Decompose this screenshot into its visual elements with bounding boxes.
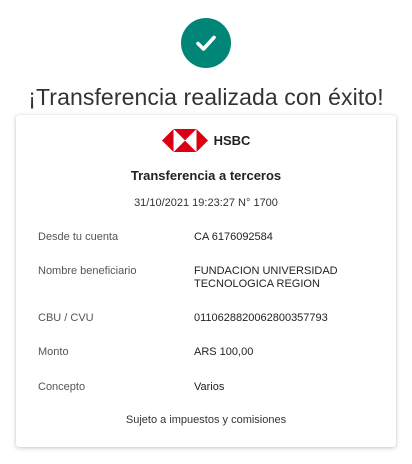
receipt-datetime-number: 31/10/2021 19:23:27 N° 1700 [134,197,278,209]
row-label: CBU / CVU [38,312,94,324]
checkmark-icon [196,35,216,51]
row-cbu: CBU / CVU 0110628820062800357793 [38,312,378,325]
row-value: ARS 100,00 [194,346,254,358]
brand-name: HSBC [213,133,251,148]
row-label: Monto [38,346,69,358]
receipt-card: HSBC Transferencia a terceros 31/10/2021… [16,115,396,447]
row-value: FUNDACION UNIVERSIDAD TECNOLOGICA REGION [194,265,338,290]
brand-header: HSBC [16,129,396,152]
row-source-account: Desde tu cuenta CA 6176092584 [38,231,378,244]
row-beneficiary: Nombre beneficiario FUNDACION UNIVERSIDA… [38,265,378,291]
row-concept: Concepto Varios [38,381,378,394]
hsbc-logo-icon [161,129,208,152]
row-value: Varios [194,381,225,393]
row-amount: Monto ARS 100,00 [38,346,378,359]
row-label: Nombre beneficiario [38,265,137,277]
success-badge [181,18,231,68]
row-value: CA 6176092584 [194,231,273,243]
row-label: Concepto [38,381,86,393]
receipt-title: Transferencia a terceros [130,168,282,183]
row-value: 0110628820062800357793 [194,312,328,324]
success-headline: ¡Transferencia realizada con éxito! [28,84,384,110]
row-label: Desde tu cuenta [38,231,119,243]
taxes-note: Sujeto a impuestos y comisiones [125,414,287,426]
